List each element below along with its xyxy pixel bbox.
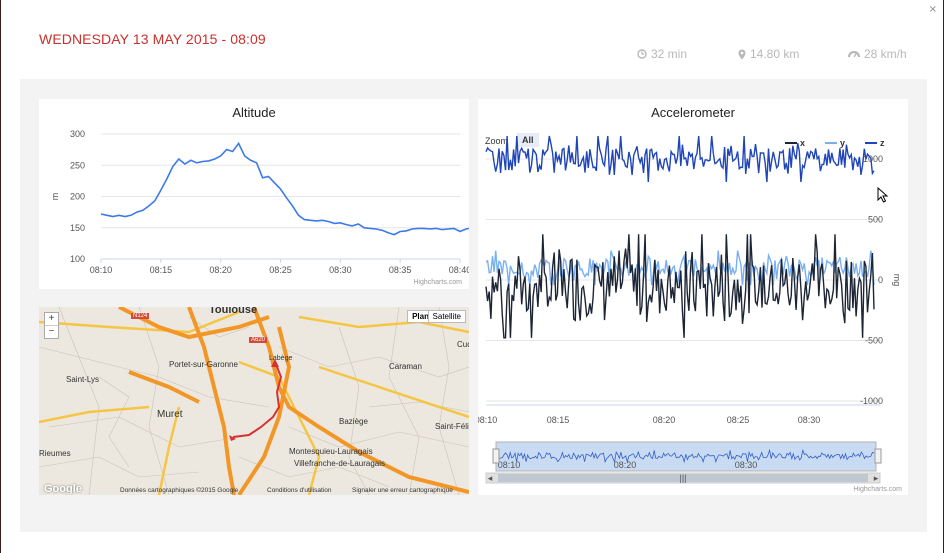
accelerometer-card: Accelerometer Zoom All 1000 500 0 -500 -1000… [478, 99, 908, 495]
scrollbar-right-arrow-icon: ▸ [874, 473, 879, 483]
city-baziege: Baziège [339, 417, 368, 426]
altitude-x-tick: 08:15 [150, 265, 173, 275]
map-zoom-in[interactable]: + [45, 313, 58, 325]
city-saint-lys: Saint-Lys [66, 375, 100, 384]
clock-icon [637, 49, 647, 59]
altitude-y-tick: 150 [70, 223, 85, 233]
map-marker-icon [738, 49, 746, 59]
map-zoom-out[interactable]: − [45, 325, 58, 338]
altitude-x-tick: 08:30 [329, 265, 352, 275]
speed-value: 28 km/h [864, 47, 907, 61]
city-villefranche: Villefranche-de-Lauragais [294, 459, 386, 468]
accelerometer-x-tick: 08:20 [653, 415, 676, 425]
map-minor-roads [39, 307, 469, 495]
altitude-card: Altitude 300 250 200 150 100 08:10 08:15 08:20 0… [39, 99, 469, 289]
city-labege: Labège [269, 355, 293, 362]
legend-swatch-x [785, 142, 797, 144]
scrollbar-left-arrow-icon: ◂ [488, 473, 493, 483]
map-report-link[interactable]: Signaler une erreur cartographique [352, 487, 453, 494]
activity-window: × WEDNESDAY 13 MAY 2015 - 08:09 32 min 1… [1, 0, 943, 553]
distance-value: 14.80 km [750, 47, 800, 61]
accelerometer-credit[interactable]: Highcharts.com [853, 486, 902, 493]
accelerometer-series-x [485, 234, 875, 339]
altitude-y-axis-label: m [50, 193, 60, 201]
map-terms-link[interactable]: Conditions d'utilisation [267, 487, 331, 494]
city-muret: Muret [157, 409, 183, 420]
duration-stat: 32 min [637, 47, 687, 61]
city-montesquieu: Montesquieu-Lauragais [289, 447, 373, 456]
google-logo[interactable]: Google [44, 483, 82, 495]
altitude-x-tick: 08:35 [389, 265, 412, 275]
altitude-series-line [100, 141, 469, 236]
navigator-handle-right [874, 448, 882, 464]
accelerometer-chart[interactable]: 10005000-500-100008:1008:1508:2008:2508:… [478, 99, 908, 495]
page-title: WEDNESDAY 13 MAY 2015 - 08:09 [39, 31, 266, 47]
map-data-credit: Données cartographiques ©2015 Google [120, 487, 239, 494]
altitude-x-tick: 08:10 [90, 265, 113, 275]
scrollbar-grip-icon: ||| [679, 473, 686, 483]
distance-stat: 14.80 km [738, 47, 799, 61]
accelerometer-y-axis-label: mg [892, 274, 902, 287]
altitude-x-tick: 08:25 [269, 265, 292, 275]
map-satellite-button[interactable]: Satellite [427, 310, 466, 323]
altitude-chart[interactable]: 300 250 200 150 100 08:10 08:15 08:20 08:25 08:30… [39, 99, 469, 289]
navigator-handle-left [492, 448, 500, 464]
legend-item-z[interactable]: z [865, 138, 885, 148]
map-canvas [39, 307, 469, 495]
accelerometer-x-tick: 08:25 [727, 415, 750, 425]
route-map[interactable]: + − Plan Satellite Toulouse Portet-sur-G… [39, 307, 469, 495]
speed-stat: 28 km/h [848, 47, 907, 61]
accelerometer-y-tick: -500 [865, 336, 883, 346]
legend-label-x: x [800, 138, 806, 148]
navigator-x-tick: 08:20 [614, 460, 637, 470]
legend-label-z: z [880, 138, 885, 148]
altitude-x-tick: 08:20 [209, 265, 232, 275]
city-portet: Portet-sur-Garonne [169, 360, 238, 369]
mouse-cursor-icon [877, 187, 889, 203]
accelerometer-y-tick: 0 [878, 275, 883, 285]
dashboard-icon [848, 50, 860, 58]
city-rieumes: Rieumes [39, 449, 71, 458]
accelerometer-x-tick: 08:30 [798, 415, 821, 425]
altitude-x-tick: 08:40 [449, 265, 469, 275]
city-caraman: Caraman [389, 362, 422, 371]
close-icon[interactable]: × [929, 4, 937, 15]
city-toulouse: Toulouse [209, 307, 258, 316]
altitude-y-tick: 100 [70, 254, 85, 264]
navigator-x-tick: 08:10 [498, 460, 521, 470]
legend-item-y[interactable]: y [825, 138, 845, 148]
legend-swatch-z [865, 142, 877, 144]
accelerometer-y-tick: 500 [868, 215, 883, 225]
city-saint-felix: Saint-Félix [435, 422, 469, 431]
altitude-y-tick: 250 [70, 160, 85, 170]
legend-item-x[interactable]: x [785, 138, 805, 148]
legend-swatch-y [825, 142, 837, 144]
navigator-x-tick: 08:30 [735, 460, 758, 470]
legend-label-y: y [840, 138, 846, 148]
duration-value: 32 min [651, 47, 688, 61]
accelerometer-x-tick: 08:15 [547, 415, 570, 425]
map-zoom-control: + − [44, 312, 59, 339]
accelerometer-x-tick: 08:10 [478, 415, 497, 425]
road-a620: A620 [249, 337, 268, 343]
road-n124: N124 [131, 313, 150, 319]
altitude-credit[interactable]: Highcharts.com [413, 279, 462, 286]
altitude-y-tick: 300 [70, 129, 85, 139]
altitude-y-tick: 200 [70, 192, 85, 202]
city-cuq: Cuq [457, 340, 469, 349]
